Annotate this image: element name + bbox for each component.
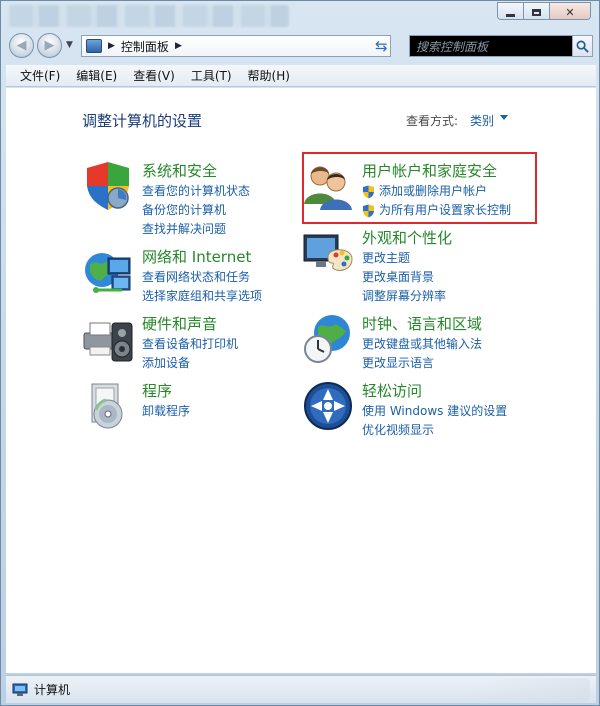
link-view-network-status[interactable]: 查看网络状态和任务 (142, 268, 262, 287)
category-title[interactable]: 程序 (142, 380, 172, 401)
search-icon (576, 40, 589, 53)
link-backup-computer[interactable]: 备份您的计算机 (142, 201, 250, 220)
search-box[interactable]: 搜索控制面板 (409, 35, 593, 57)
caption-buttons: ✕ (497, 2, 591, 20)
category-links: 卸载程序 (142, 402, 190, 421)
view-by-label: 查看方式: (406, 114, 459, 128)
category-links: 使用 Windows 建议的设置 优化视频显示 (362, 402, 507, 440)
link-homegroup-sharing[interactable]: 选择家庭组和共享选项 (142, 287, 262, 306)
link-view-computer-status[interactable]: 查看您的计算机状态 (142, 182, 250, 201)
breadcrumb-arrow-icon[interactable]: ▶ (175, 41, 182, 51)
close-button[interactable]: ✕ (550, 3, 590, 19)
category-links: 更改主题 更改桌面背景 调整屏幕分辨率 (362, 249, 446, 306)
menu-help[interactable]: 帮助(H) (240, 67, 298, 84)
ease-of-access-icon[interactable] (302, 380, 354, 432)
link-add-device[interactable]: 添加设备 (142, 354, 238, 373)
minimize-icon (506, 14, 515, 17)
category-title[interactable]: 系统和安全 (142, 160, 217, 181)
forward-button[interactable]: ▶ (37, 33, 62, 58)
link-devices-printers[interactable]: 查看设备和打印机 (142, 335, 238, 354)
title-bar-blurred (9, 5, 289, 27)
category-title[interactable]: 轻松访问 (362, 380, 422, 401)
category-title[interactable]: 时钟、语言和区域 (362, 313, 482, 334)
search-button[interactable] (572, 36, 592, 56)
menu-view[interactable]: 查看(V) (125, 67, 183, 84)
breadcrumb-arrow-icon[interactable]: ▶ (108, 41, 115, 51)
forward-arrow-icon: ▶ (44, 38, 55, 53)
status-bar: 计算机 (6, 675, 596, 703)
view-by-caret-icon[interactable] (500, 115, 508, 120)
search-input[interactable]: 搜索控制面板 (416, 38, 572, 55)
menu-file[interactable]: 文件(F) (12, 67, 68, 84)
printer-speaker-icon[interactable] (82, 313, 134, 365)
category-title[interactable]: 硬件和声音 (142, 313, 217, 334)
maximize-button[interactable] (524, 3, 550, 19)
recent-pages-icon[interactable]: ▼ (66, 40, 73, 50)
status-text: 计算机 (34, 683, 71, 697)
menu-bar: 文件(F) 编辑(E) 查看(V) 工具(T) 帮助(H) (6, 65, 596, 87)
category-links: 查看您的计算机状态 备份您的计算机 查找并解决问题 (142, 182, 250, 239)
category-title[interactable]: 网络和 Internet (142, 246, 251, 267)
maximize-icon (532, 8, 541, 16)
control-panel-icon (86, 39, 102, 53)
link-change-background[interactable]: 更改桌面背景 (362, 268, 446, 287)
minimize-button[interactable] (498, 3, 524, 19)
back-button[interactable]: ◀ (9, 33, 34, 58)
link-uninstall-program[interactable]: 卸载程序 (142, 402, 190, 421)
highlight-box (302, 152, 537, 224)
refresh-icon[interactable]: ⇆ (375, 37, 388, 55)
breadcrumb-control-panel[interactable]: 控制面板 (121, 38, 169, 55)
link-optimize-display[interactable]: 优化视频显示 (362, 421, 507, 440)
navigation-bar: ◀ ▶ ▼ ▶ 控制面板 ▶ ▼ ⇆ 搜索控制面板 (5, 31, 597, 61)
programs-disc-icon[interactable] (82, 380, 134, 432)
address-bar[interactable]: ▶ 控制面板 ▶ ▼ (81, 35, 439, 57)
category-links: 查看网络状态和任务 选择家庭组和共享选项 (142, 268, 262, 306)
close-icon: ✕ (565, 5, 575, 19)
link-change-keyboard[interactable]: 更改键盘或其他输入法 (362, 335, 482, 354)
content-pane: 调整计算机的设置 查看方式: 类别 系统和安全 查看您的计算机状态 备份您的计算… (6, 88, 596, 673)
control-panel-window: ✕ ◀ ▶ ▼ ▶ 控制面板 ▶ ▼ ⇆ 搜索控制面板 文件(F) 编辑(E) … (0, 0, 600, 706)
shield-icon[interactable] (82, 160, 134, 212)
link-change-theme[interactable]: 更改主题 (362, 249, 446, 268)
link-windows-recommended[interactable]: 使用 Windows 建议的设置 (362, 402, 507, 421)
watermark (470, 678, 590, 702)
globe-clock-icon[interactable] (302, 313, 354, 365)
page-title: 调整计算机的设置 (82, 112, 203, 130)
computer-icon (12, 683, 28, 696)
network-globe-icon[interactable] (82, 246, 134, 298)
back-arrow-icon: ◀ (16, 38, 27, 53)
link-troubleshoot[interactable]: 查找并解决问题 (142, 220, 250, 239)
menu-tools[interactable]: 工具(T) (183, 67, 240, 84)
category-links: 更改键盘或其他输入法 更改显示语言 (362, 335, 482, 373)
monitor-palette-icon[interactable] (302, 227, 354, 279)
link-change-display-language[interactable]: 更改显示语言 (362, 354, 482, 373)
view-by-dropdown[interactable]: 类别 (470, 112, 494, 129)
category-links: 查看设备和打印机 添加设备 (142, 335, 238, 373)
link-screen-resolution[interactable]: 调整屏幕分辨率 (362, 287, 446, 306)
menu-edit[interactable]: 编辑(E) (68, 67, 125, 84)
category-title[interactable]: 外观和个性化 (362, 227, 452, 248)
